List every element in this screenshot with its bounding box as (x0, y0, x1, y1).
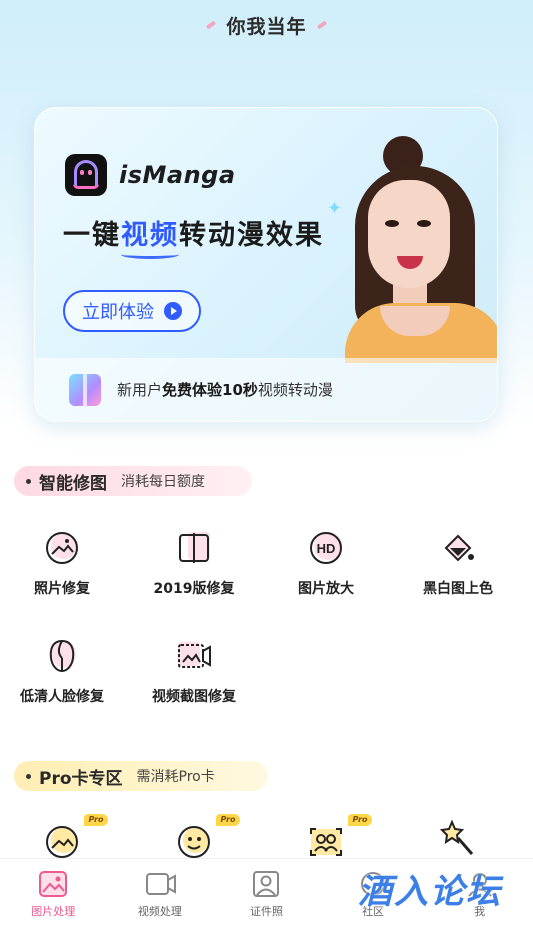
pro-badge: Pro (348, 814, 372, 826)
hd-icon: HD (308, 530, 344, 566)
pro-tool-2[interactable]: Pro (139, 814, 249, 860)
ismanga-logo-icon (65, 154, 107, 196)
banner-footer[interactable]: 新用户免费体验10秒视频转动漫 (35, 358, 497, 421)
try-now-label: 立即体验 (82, 302, 154, 323)
split-frame-icon (176, 530, 212, 566)
tool-image-upscale[interactable]: HD 图片放大 (271, 530, 381, 598)
tool-label: 照片修复 (34, 581, 90, 597)
feather-left-icon (206, 20, 217, 30)
try-now-button[interactable]: 立即体验 (63, 290, 201, 332)
nav-label: 视频处理 (137, 905, 182, 918)
image-icon (39, 871, 68, 897)
svg-text:HD: HD (317, 541, 336, 556)
brand-name: isManga (119, 161, 236, 189)
portrait-illustration (335, 128, 497, 363)
tool-label: 低清人脸修复 (20, 689, 104, 705)
pro-tool-4[interactable] (403, 819, 513, 856)
page-title: 你我当年 (226, 15, 307, 38)
nav-image-processing[interactable]: 图片处理 (0, 859, 107, 927)
section-title: Pro卡专区 (39, 768, 123, 789)
pro-badge: Pro (216, 814, 240, 826)
face-icon (44, 638, 80, 674)
banner-headline: 一键视频转动漫效果 (63, 220, 324, 251)
banner-footer-text: 新用户免费体验10秒视频转动漫 (117, 381, 333, 399)
bullet-dot (26, 773, 31, 779)
tool-label: 黑白图上色 (423, 581, 493, 597)
tool-2019-restore[interactable]: 2019版修复 (139, 530, 249, 598)
promo-banner[interactable]: isManga 一键视频转动漫效果 ✦ 立即体验 新用户免费体验10秒视频转动漫 (34, 107, 498, 422)
section-subtitle: 需消耗Pro卡 (136, 769, 215, 785)
tool-video-frame-restore[interactable]: 视频截图修复 (139, 638, 249, 706)
photo-restore-icon (44, 530, 80, 566)
bullet-dot (26, 478, 31, 484)
video-frame-icon (176, 638, 212, 674)
section-subtitle: 消耗每日额度 (121, 474, 205, 490)
section-header-smart-retouch: 智能修图 消耗每日额度 (14, 466, 252, 496)
section-title: 智能修图 (39, 473, 107, 494)
pro-tool-3[interactable]: Pro (271, 814, 381, 860)
paint-bucket-icon (440, 530, 476, 566)
nav-label: 图片处理 (31, 905, 76, 918)
pro-photo-icon: Pro (44, 814, 108, 860)
feather-right-icon (316, 20, 327, 30)
pro-tool-1[interactable]: Pro (7, 814, 117, 860)
brand-row: isManga (65, 154, 236, 196)
tool-label: 图片放大 (298, 581, 354, 597)
id-photo-icon (252, 871, 280, 897)
magic-wand-icon (439, 819, 476, 856)
nav-label: 证件照 (249, 905, 283, 918)
play-icon (164, 302, 182, 320)
pro-group-icon: Pro (308, 814, 372, 860)
nav-id-photo[interactable]: 证件照 (213, 859, 320, 927)
tool-colorize[interactable]: 黑白图上色 (403, 530, 513, 598)
pro-badge: Pro (84, 814, 108, 826)
tool-label: 2019版修复 (153, 581, 235, 597)
section-header-pro: Pro卡专区 需消耗Pro卡 (14, 761, 268, 791)
tool-face-restore[interactable]: 低清人脸修复 (7, 638, 117, 706)
video-icon (145, 871, 176, 897)
top-bar: 你我当年 (0, 0, 533, 50)
watermark: 酒入论坛 (358, 872, 502, 912)
tool-label: 视频截图修复 (152, 689, 236, 705)
pro-face-icon: Pro (176, 814, 240, 860)
nav-video-processing[interactable]: 视频处理 (107, 859, 214, 927)
gift-icon (69, 373, 101, 406)
tool-photo-restore[interactable]: 照片修复 (7, 530, 117, 598)
